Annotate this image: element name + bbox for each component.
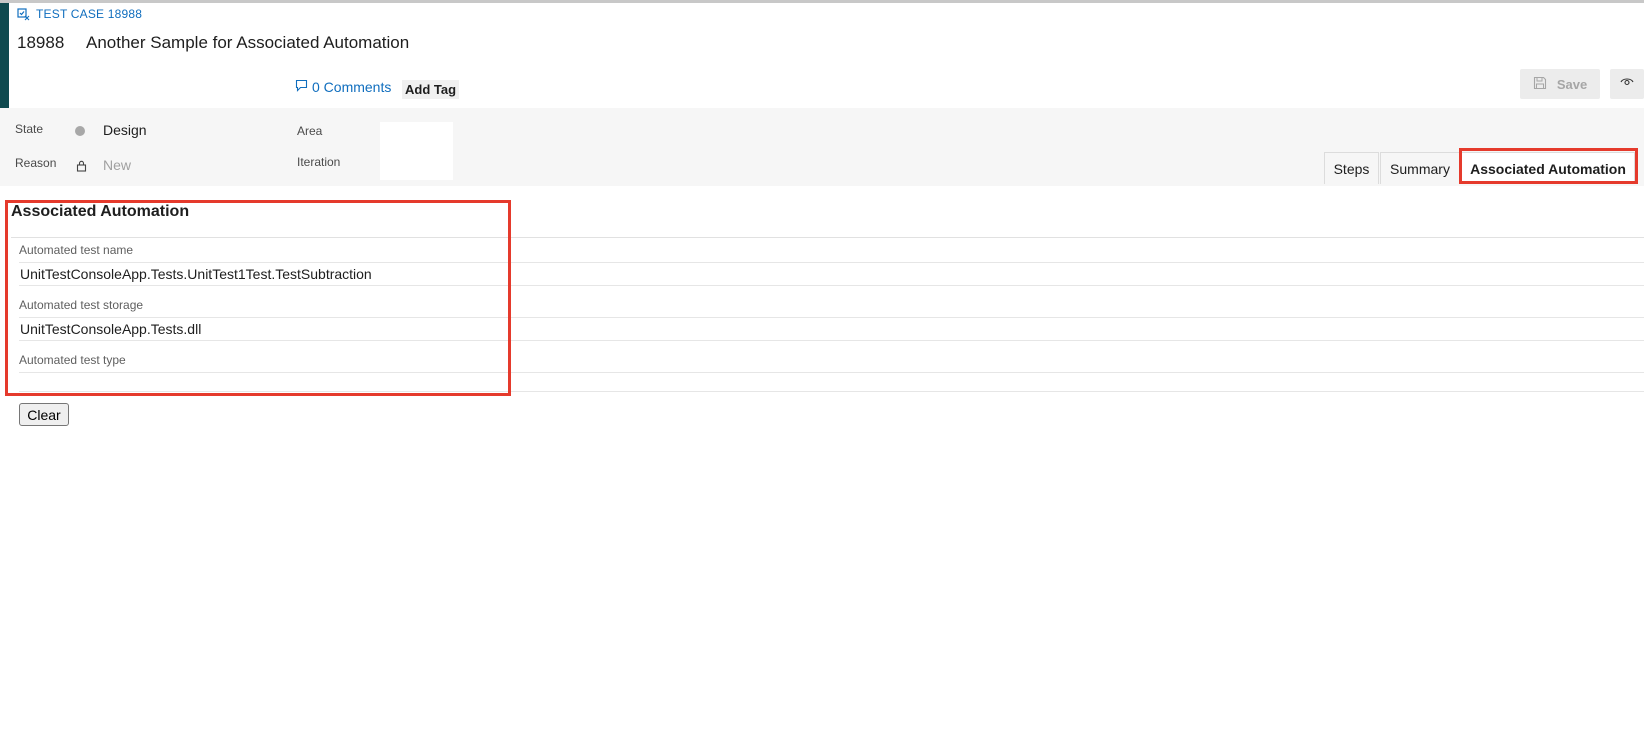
floppy-disk-icon [1533,76,1547,93]
comment-icon [295,79,308,95]
save-label: Save [1556,76,1588,92]
work-item-title[interactable]: Another Sample for Associated Automation [86,33,409,53]
work-item-type-label: TEST CASE 18988 [17,7,142,21]
highlight-box-section [5,200,511,396]
area-iteration-input[interactable] [380,122,453,180]
eye-icon [1620,75,1634,94]
state-label: State [15,122,44,136]
state-color-dot [75,126,85,136]
area-label: Area [297,124,323,138]
follow-button[interactable] [1610,69,1644,99]
test-case-icon [17,7,30,21]
save-button[interactable]: Save [1520,69,1600,99]
add-tag-button[interactable]: Add Tag [402,80,460,99]
work-item-type-text: TEST CASE 18988 [36,7,143,21]
work-item-color-bar [0,3,9,108]
comments-label: 0 Comments [312,79,392,95]
tab-steps[interactable]: Steps [1324,152,1379,184]
top-border [0,0,1644,3]
clear-button[interactable]: Clear [19,403,69,426]
tab-summary[interactable]: Summary [1380,152,1460,184]
reason-value: New [103,157,132,173]
lock-icon [76,159,87,177]
iteration-label: Iteration [297,155,341,169]
work-item-id: 18988 [17,33,65,52]
comments-link[interactable]: 0 Comments [295,79,391,95]
reason-label: Reason [15,156,57,170]
highlight-box-tab [1459,148,1638,184]
state-dropdown[interactable]: Design [103,122,147,138]
